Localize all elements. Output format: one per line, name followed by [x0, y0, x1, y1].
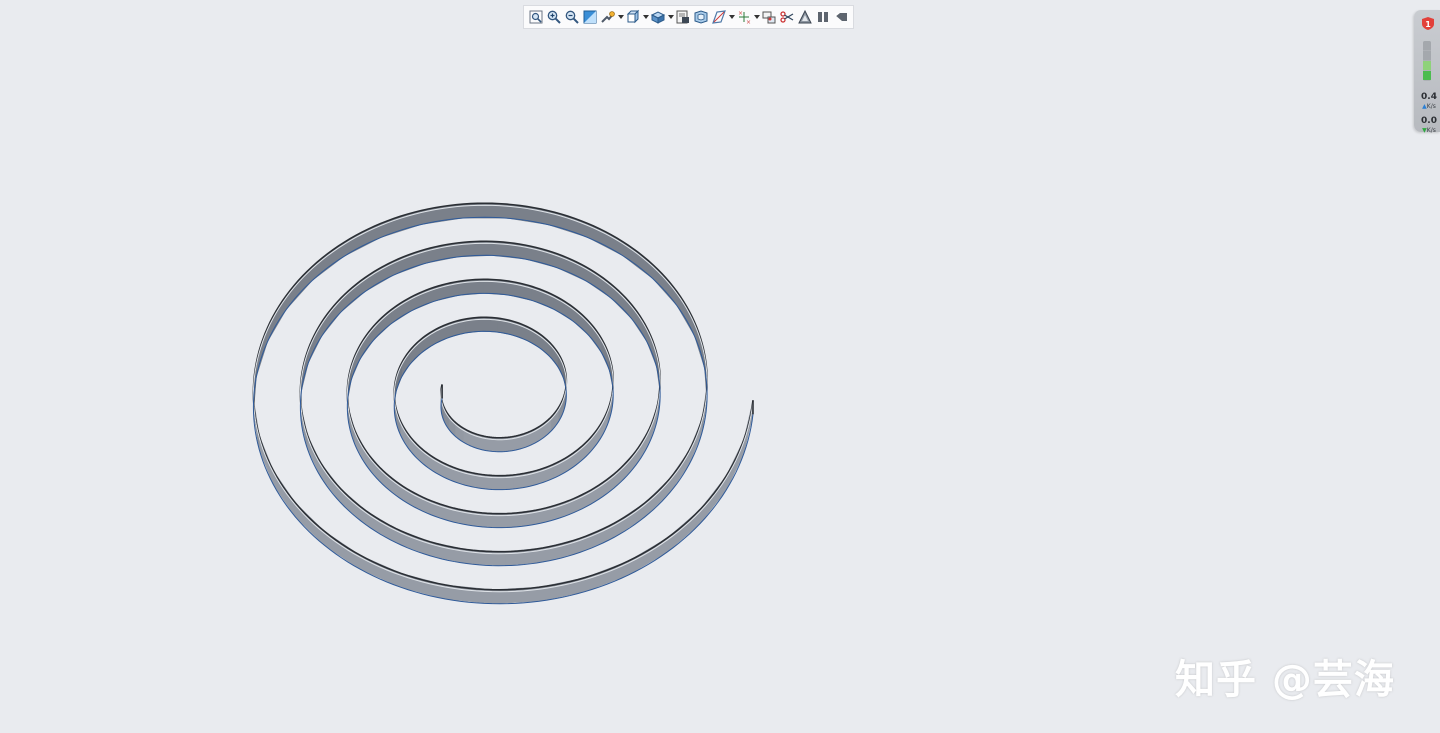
datum-display-button[interactable]	[710, 7, 728, 27]
regenerate-button[interactable]	[832, 7, 850, 27]
annotation-display-icon: × ×	[738, 10, 751, 25]
repaint-button[interactable]	[581, 7, 599, 27]
display-style-icon	[650, 11, 666, 24]
saved-orientations-button[interactable]	[624, 7, 642, 27]
chevron-down-icon	[728, 15, 735, 19]
chevron-down-icon	[642, 15, 649, 19]
section-icon	[780, 11, 794, 23]
zoom-out-button[interactable]	[563, 7, 581, 27]
chevron-down-icon	[753, 15, 760, 19]
annotation-display-button[interactable]: × ×	[735, 7, 753, 27]
appearance-button[interactable]	[796, 7, 814, 27]
reorient-dropdown[interactable]	[617, 7, 624, 27]
reorient-button[interactable]	[599, 7, 617, 27]
saved-orientations-icon	[626, 9, 640, 24]
section-button[interactable]	[778, 7, 796, 27]
spin-center-button[interactable]	[760, 7, 778, 27]
model-viewport[interactable]	[0, 0, 1440, 733]
chevron-down-icon	[667, 15, 674, 19]
reorient-icon	[601, 11, 615, 23]
upload-speed-unit: ▲K/s	[1422, 103, 1436, 110]
refit-button[interactable]	[527, 7, 545, 27]
perspective-button[interactable]	[692, 7, 710, 27]
zoom-in-icon	[547, 10, 561, 24]
upload-speed-value: 0.4	[1421, 92, 1437, 102]
pause-icon	[818, 12, 828, 22]
spin-center-icon	[762, 11, 776, 24]
chevron-down-icon	[617, 15, 624, 19]
speed-meter	[1423, 41, 1431, 81]
display-style-dropdown[interactable]	[667, 7, 674, 27]
svg-text:×: ×	[738, 10, 743, 17]
appearance-icon	[798, 9, 812, 24]
pause-button[interactable]	[814, 7, 832, 27]
datum-display-dropdown[interactable]	[728, 7, 735, 27]
view-manager-icon	[676, 10, 689, 24]
zoom-in-button[interactable]	[545, 7, 563, 27]
perf-badge-count: 1	[1425, 20, 1431, 29]
spring-band-face	[380, 210, 422, 238]
download-speed-value: 0.0	[1421, 116, 1437, 126]
view-manager-button[interactable]	[674, 7, 692, 27]
refit-icon	[529, 10, 543, 24]
zoom-out-icon	[565, 10, 579, 24]
datum-display-icon	[712, 10, 726, 24]
spring-band-face	[652, 263, 678, 307]
regenerate-icon	[835, 13, 847, 21]
perspective-icon	[694, 10, 708, 24]
download-speed-unit: ▼K/s	[1422, 127, 1436, 134]
saved-orientations-dropdown[interactable]	[642, 7, 649, 27]
svg-text:×: ×	[746, 19, 751, 25]
shield-icon: 1	[1422, 17, 1434, 30]
spring-band-face	[547, 210, 588, 238]
repaint-icon	[583, 10, 597, 24]
annotation-display-dropdown[interactable]	[753, 7, 760, 27]
watermark: 知乎 @芸海	[1175, 657, 1395, 703]
spiral-spring-model[interactable]	[252, 202, 754, 605]
spring-band-face	[286, 265, 313, 311]
graphics-toolbar: × ×	[523, 5, 854, 29]
display-style-button[interactable]	[649, 7, 667, 27]
network-speed-widget[interactable]: 1 0.4 ▲K/s 0.0 ▼K/s	[1414, 10, 1440, 134]
